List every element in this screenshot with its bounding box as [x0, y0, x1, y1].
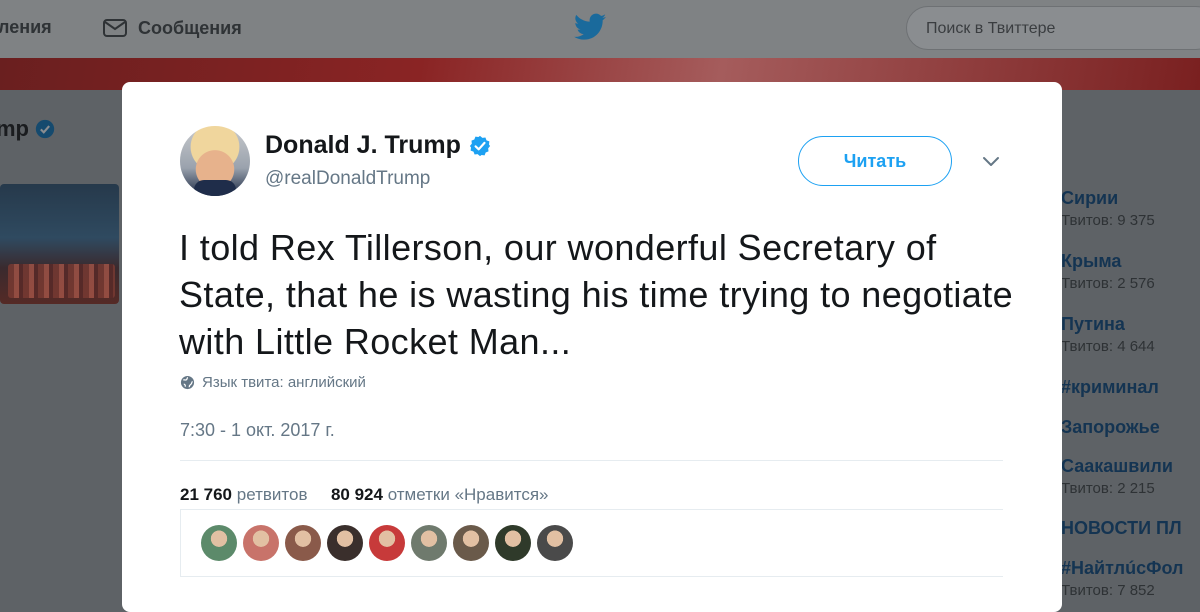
trend-item[interactable]: #криминал: [1061, 377, 1159, 398]
twitter-bird-icon[interactable]: [574, 13, 606, 41]
likes-stat[interactable]: 80 924 отметки «Нравится»: [331, 485, 549, 504]
liker-avatar[interactable]: [243, 525, 279, 561]
liker-avatar[interactable]: [285, 525, 321, 561]
top-navigation: ления Сообщения Поиск в Твиттере: [0, 0, 1200, 59]
liker-avatar[interactable]: [369, 525, 405, 561]
likes-label: отметки «Нравится»: [387, 485, 549, 504]
liker-avatar[interactable]: [453, 525, 489, 561]
nav-notifications[interactable]: ления: [0, 17, 52, 38]
verified-badge-icon: [469, 135, 490, 156]
likes-count: 80 924: [330, 485, 383, 504]
media-thumbnail[interactable]: [0, 184, 119, 304]
liker-avatar[interactable]: [201, 525, 237, 561]
envelope-icon: [103, 19, 127, 37]
tweet-text: I told Rex Tillerson, our wonderful Secr…: [179, 227, 1014, 362]
nav-messages[interactable]: Сообщения: [102, 17, 242, 39]
chevron-down-icon[interactable]: [981, 154, 1001, 168]
tweet-stats: 21 760 ретвитов 80 924 отметки «Нравится…: [180, 485, 549, 505]
trend-item[interactable]: Путина Твитов: 4 644: [1061, 314, 1155, 355]
tweet-timestamp[interactable]: 7:30 - 1 окт. 2017 г.: [180, 420, 335, 441]
display-name: Donald J. Trump: [265, 131, 461, 159]
search-input[interactable]: Поиск в Твиттере: [906, 6, 1200, 50]
globe-icon: [180, 375, 195, 390]
nav-messages-label: Сообщения: [138, 17, 242, 38]
trend-item[interactable]: НОВОСТИ ПЛ: [1061, 518, 1182, 539]
likers-section: [180, 509, 1003, 577]
trend-item[interactable]: #НайтлúсФол Твитов: 7 852: [1061, 558, 1183, 599]
liker-avatar[interactable]: [411, 525, 447, 561]
trend-item[interactable]: Крыма Твитов: 2 576: [1061, 251, 1155, 292]
trend-item[interactable]: Сирии Твитов: 9 375: [1061, 188, 1155, 229]
background-profile-name: mp: [0, 116, 55, 142]
author-name[interactable]: Donald J. Trump: [265, 131, 491, 160]
liker-avatar[interactable]: [537, 525, 573, 561]
divider: [180, 460, 1003, 461]
search-placeholder: Поиск в Твиттере: [926, 20, 1056, 37]
liker-avatars: [201, 525, 573, 561]
retweets-stat[interactable]: 21 760 ретвитов: [180, 485, 312, 504]
tweet-language[interactable]: Язык твита: английский: [180, 374, 366, 391]
follow-button[interactable]: Читать: [798, 136, 952, 186]
liker-avatar[interactable]: [327, 525, 363, 561]
trend-item[interactable]: Запорожье: [1061, 417, 1160, 438]
trend-item[interactable]: Саакашвили Твитов: 2 215: [1061, 456, 1173, 497]
avatar[interactable]: [180, 126, 250, 196]
liker-avatar[interactable]: [495, 525, 531, 561]
tweet-language-label: Язык твита: английский: [202, 374, 366, 391]
author-handle[interactable]: @realDonaldTrump: [265, 168, 430, 190]
retweets-label: ретвитов: [236, 485, 308, 504]
retweets-count: 21 760: [180, 485, 232, 504]
verified-badge-icon: [35, 119, 55, 139]
tweet-modal: Donald J. Trump @realDonaldTrump Читать …: [122, 82, 1062, 612]
